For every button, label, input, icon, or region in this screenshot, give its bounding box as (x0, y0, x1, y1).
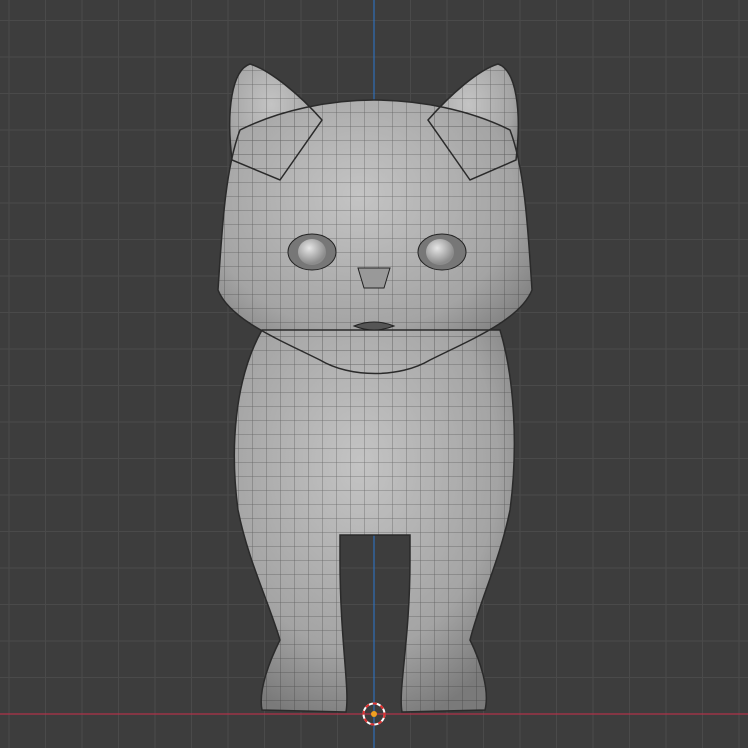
cat-mesh[interactable] (217, 63, 533, 713)
origin-point (371, 711, 377, 717)
nose (357, 267, 391, 289)
3d-viewport[interactable] (0, 0, 748, 748)
viewport-canvas[interactable] (0, 0, 748, 748)
